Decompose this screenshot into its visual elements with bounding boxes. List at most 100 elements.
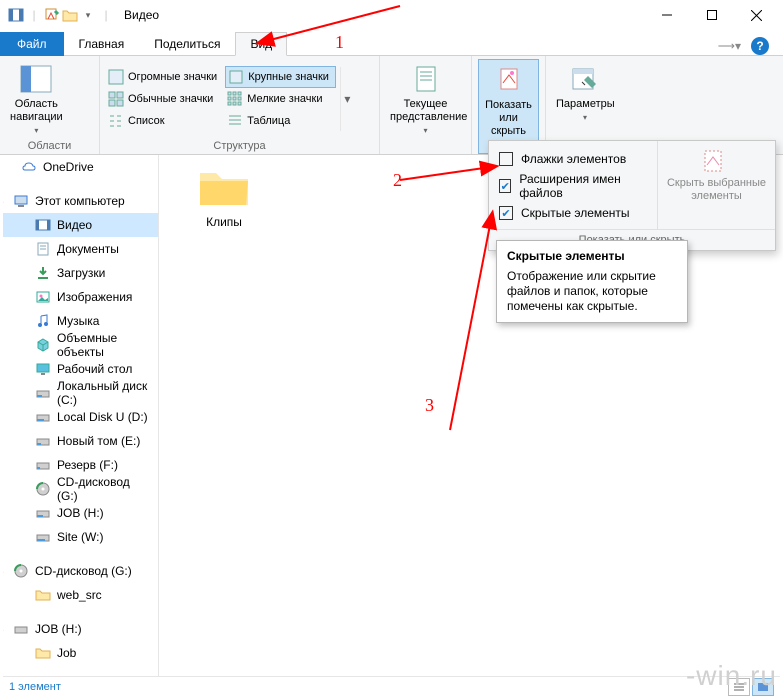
music-icon: [35, 313, 51, 329]
qat-dropdown-icon[interactable]: ▾: [80, 7, 96, 23]
chevron-down-icon: ▾: [34, 126, 38, 135]
checkbox-icon[interactable]: [499, 152, 513, 166]
hide-selected-icon: [701, 149, 733, 173]
drive-icon: [13, 621, 29, 637]
tab-file[interactable]: Файл: [0, 32, 64, 56]
maximize-button[interactable]: [689, 0, 734, 30]
checkbox-checked-icon[interactable]: ✔: [499, 179, 511, 193]
navigation-pane-button[interactable]: Область навигации ▾: [6, 59, 67, 139]
options-button[interactable]: Параметры ▾: [552, 59, 618, 126]
tab-view[interactable]: Вид: [235, 32, 287, 56]
document-icon: [35, 241, 51, 257]
show-hide-popup: Флажки элементов ✔ Расширения имен файло…: [488, 140, 776, 251]
tooltip-title: Скрытые элементы: [507, 249, 677, 264]
drive-icon: [35, 505, 51, 521]
navigation-pane[interactable]: OneDrive ⌄Этот компьютер Видео Документы…: [3, 155, 159, 676]
download-icon: [35, 265, 51, 281]
collapse-icon[interactable]: ⌄: [3, 196, 7, 207]
layout-list[interactable]: Список: [106, 110, 223, 132]
nav-music[interactable]: Музыка: [3, 309, 158, 333]
current-view-icon: [410, 63, 442, 95]
collapse-icon[interactable]: ⌄: [3, 624, 7, 635]
layout-group-label: Структура: [106, 139, 373, 154]
layout-small[interactable]: Мелкие значки: [225, 88, 336, 110]
qat-properties-icon[interactable]: [44, 7, 60, 23]
cd-icon: [35, 481, 51, 497]
tab-share[interactable]: Поделиться: [139, 32, 235, 56]
nav-local-disk-c[interactable]: Локальный диск (C:): [3, 381, 158, 405]
folder-label: Клипы: [206, 215, 242, 229]
nav-cd-drive-2[interactable]: ⌄CD-дисковод (G:): [3, 559, 158, 583]
layout-details[interactable]: Таблица: [225, 110, 336, 132]
nav-this-pc[interactable]: ⌄Этот компьютер: [3, 189, 158, 213]
nav-desktop[interactable]: Рабочий стол: [3, 357, 158, 381]
current-view-button[interactable]: Текущее представление ▾: [386, 59, 465, 139]
drive-icon: [35, 385, 51, 401]
nav-job-h-2[interactable]: ⌄JOB (H:): [3, 617, 158, 641]
qat-divider2: |: [98, 7, 114, 23]
drive-icon: [35, 409, 51, 425]
folder-icon: [35, 645, 51, 661]
nav-3d-objects[interactable]: Объемные объекты: [3, 333, 158, 357]
show-hide-label: Показать или скрыть: [483, 99, 534, 138]
chevron-down-icon: ▾: [583, 113, 587, 122]
nav-reserve-f[interactable]: Резерв (F:): [3, 453, 158, 477]
show-hide-icon: [493, 64, 525, 96]
drive-icon: [35, 529, 51, 545]
pc-icon: [13, 193, 29, 209]
layout-medium[interactable]: Обычные значки: [106, 88, 223, 110]
folder-icon: [196, 165, 252, 209]
check-item-checkboxes[interactable]: Флажки элементов: [499, 149, 647, 169]
app-icon: [8, 7, 24, 23]
hide-selected-label: Скрыть выбранные элементы: [666, 177, 767, 203]
check-hidden-items[interactable]: ✔ Скрытые элементы: [499, 203, 647, 223]
nav-new-vol-e[interactable]: Новый том (E:): [3, 429, 158, 453]
folder-icon: [35, 587, 51, 603]
help-icon[interactable]: ?: [751, 37, 769, 55]
nav-site-w[interactable]: Site (W:): [3, 525, 158, 549]
status-text: 1 элемент: [9, 681, 61, 693]
hide-selected-button[interactable]: Скрыть выбранные элементы: [657, 141, 775, 229]
current-view-label: Текущее представление: [390, 98, 461, 124]
folder-item[interactable]: Клипы: [179, 165, 269, 229]
minimize-ribbon-icon[interactable]: ⟶▾: [718, 39, 741, 53]
desktop-icon: [35, 361, 51, 377]
nav-documents[interactable]: Документы: [3, 237, 158, 261]
pictures-icon: [35, 289, 51, 305]
minimize-button[interactable]: [644, 0, 689, 30]
options-label: Параметры: [556, 98, 614, 111]
cd-icon: [13, 563, 29, 579]
qat-newfolder-icon[interactable]: [62, 7, 78, 23]
tooltip-hidden-items: Скрытые элементы Отображение или скрытие…: [496, 240, 688, 323]
check-file-extensions[interactable]: ✔ Расширения имен файлов: [499, 169, 647, 203]
watermark: -win.ru: [686, 660, 777, 692]
nav-job[interactable]: Job: [3, 641, 158, 665]
layout-large[interactable]: Крупные значки: [225, 66, 336, 88]
layout-more-button[interactable]: ▾: [340, 67, 354, 131]
close-button[interactable]: [734, 0, 779, 30]
nav-downloads[interactable]: Загрузки: [3, 261, 158, 285]
chevron-down-icon: ▾: [423, 126, 427, 135]
nav-local-disk-u[interactable]: Local Disk U (D:): [3, 405, 158, 429]
nav-pictures[interactable]: Изображения: [3, 285, 158, 309]
drive-icon: [35, 457, 51, 473]
navigation-pane-label: Область навигации: [10, 98, 63, 124]
nav-onedrive[interactable]: OneDrive: [3, 155, 158, 179]
collapse-icon[interactable]: ⌄: [3, 566, 7, 577]
qat-divider: |: [26, 7, 42, 23]
cube-icon: [35, 337, 51, 353]
tooltip-body: Отображение или скрытие файлов и папок, …: [507, 269, 677, 314]
video-icon: [35, 217, 51, 233]
tab-home[interactable]: Главная: [64, 32, 140, 56]
nav-job-h[interactable]: JOB (H:): [3, 501, 158, 525]
cloud-icon: [21, 159, 37, 175]
layout-extra-large[interactable]: Огромные значки: [106, 66, 223, 88]
nav-videos[interactable]: Видео: [3, 213, 158, 237]
panes-group-label: Области: [6, 139, 93, 154]
window-title: Видео: [124, 8, 159, 22]
nav-cd-drive[interactable]: CD-дисковод (G:): [3, 477, 158, 501]
navigation-pane-icon: [20, 63, 52, 95]
checkbox-checked-icon[interactable]: ✔: [499, 206, 513, 220]
drive-icon: [35, 433, 51, 449]
nav-web-src[interactable]: web_src: [3, 583, 158, 607]
